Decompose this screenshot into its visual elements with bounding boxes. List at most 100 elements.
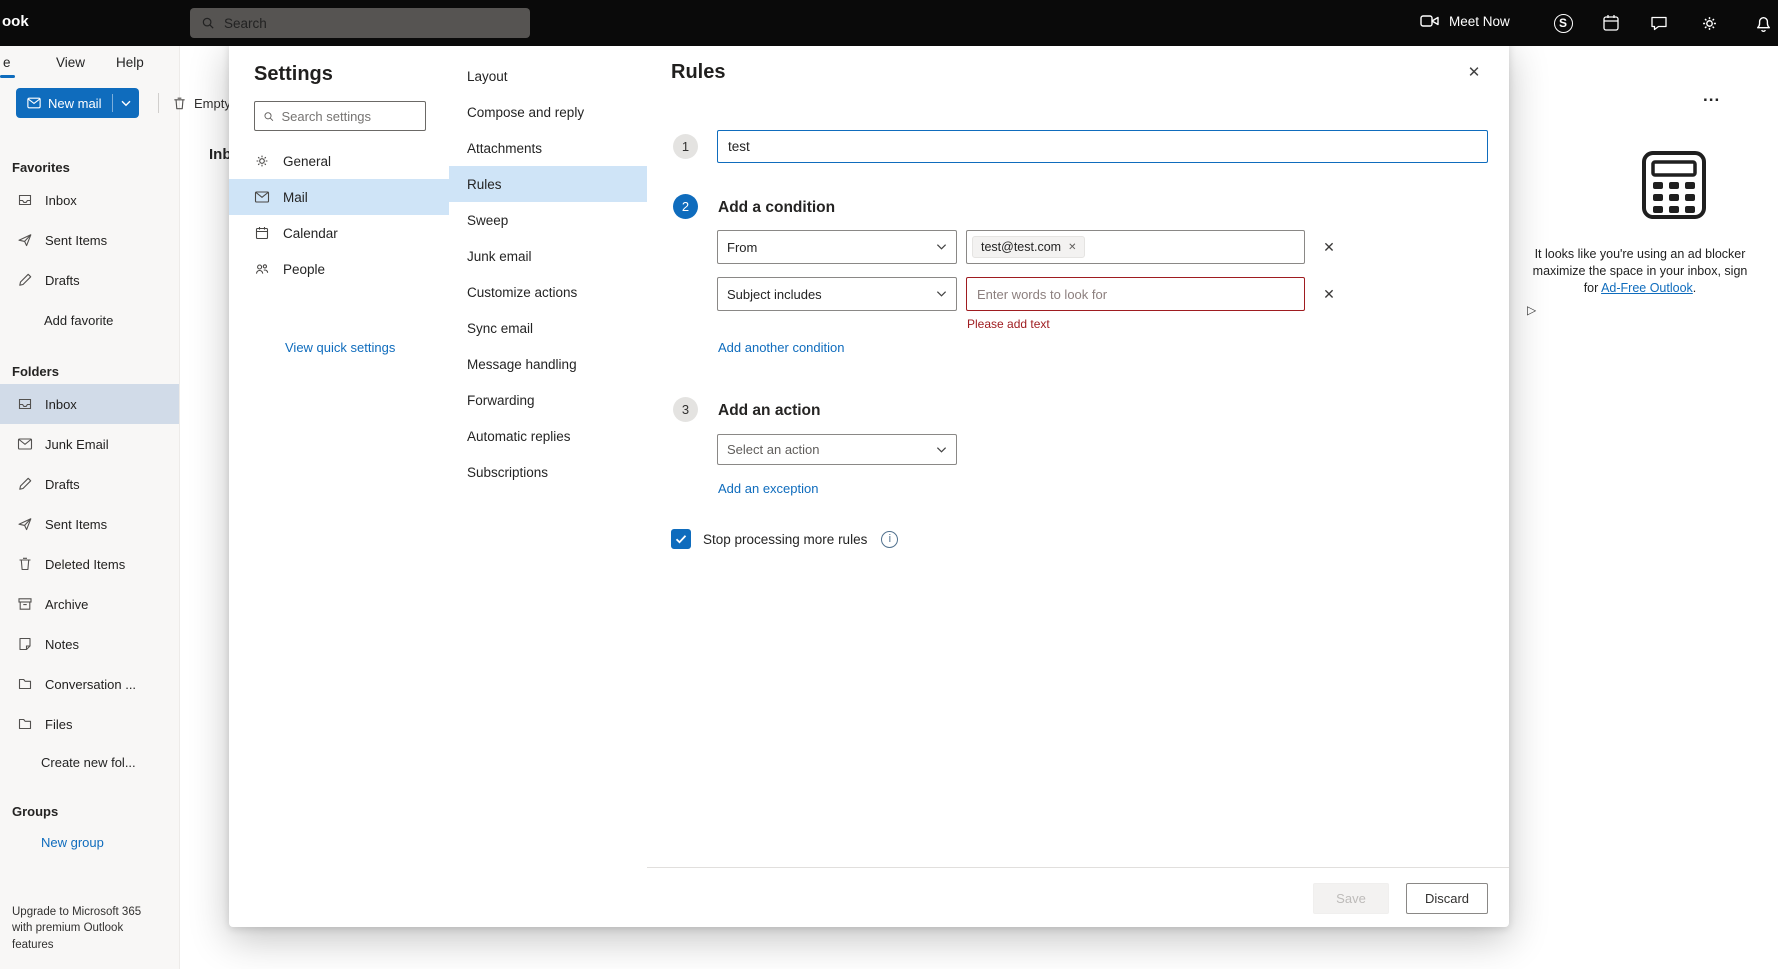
- folder-label: Archive: [45, 596, 89, 612]
- meet-now-button[interactable]: Meet Now: [1420, 13, 1510, 29]
- folder-label: Junk Email: [45, 436, 109, 452]
- ad-message-line2: maximize the space in your inbox, sign: [1532, 264, 1748, 278]
- new-mail-label: New mail: [48, 95, 102, 111]
- folders-heading[interactable]: Folders: [0, 358, 179, 384]
- close-icon[interactable]: ✕: [1461, 59, 1487, 85]
- folder-label: Notes: [45, 636, 79, 652]
- stop-processing-checkbox[interactable]: [671, 529, 691, 549]
- empty-folder-button[interactable]: Empty: [172, 88, 231, 118]
- settings-nav-label: General: [283, 153, 332, 169]
- settings-search-box[interactable]: [254, 101, 426, 131]
- note-icon: [19, 637, 31, 651]
- favorite-item-inbox[interactable]: Inbox: [0, 180, 179, 220]
- settings-nav-mail[interactable]: Mail: [229, 179, 449, 215]
- archive-icon: [18, 598, 32, 610]
- ad-free-outlook-link[interactable]: Ad-Free Outlook: [1601, 281, 1693, 295]
- feedback-button[interactable]: [1648, 12, 1670, 34]
- upgrade-promo-text[interactable]: Upgrade to Microsoft 365 with premium Ou…: [12, 904, 144, 953]
- mail-nav-customize[interactable]: Customize actions: [449, 274, 647, 310]
- condition-1-value-box[interactable]: test@test.com ✕: [966, 230, 1305, 264]
- favorites-heading[interactable]: Favorites: [0, 154, 179, 180]
- send-icon: [18, 518, 32, 531]
- add-another-condition-link[interactable]: Add another condition: [718, 340, 844, 355]
- my-day-button[interactable]: [1600, 12, 1622, 34]
- save-button[interactable]: Save: [1313, 883, 1389, 914]
- skype-button[interactable]: S: [1552, 12, 1574, 34]
- mail-nav-automatic-replies[interactable]: Automatic replies: [449, 418, 647, 454]
- remove-condition-2-button[interactable]: ✕: [1319, 284, 1339, 304]
- condition-2-selector-dropdown[interactable]: Subject includes: [717, 277, 957, 311]
- settings-nav-calendar[interactable]: Calendar: [229, 215, 449, 251]
- folder-item-conversation[interactable]: Conversation ...: [0, 664, 179, 704]
- favorite-item-sent[interactable]: Sent Items: [0, 220, 179, 260]
- mail-nav-rules[interactable]: Rules: [449, 166, 647, 202]
- chevron-down-icon: [121, 100, 131, 106]
- new-mail-split-button[interactable]: New mail: [16, 88, 140, 118]
- calendar-day-icon: [1603, 15, 1619, 31]
- new-group-button[interactable]: New group: [0, 824, 179, 860]
- mail-nav-sweep[interactable]: Sweep: [449, 202, 647, 238]
- folder-item-files[interactable]: Files: [0, 704, 179, 744]
- tab-view[interactable]: View: [56, 55, 85, 70]
- more-options-button[interactable]: ...: [1703, 86, 1720, 106]
- info-icon[interactable]: i: [881, 530, 899, 548]
- rule-name-input[interactable]: [717, 130, 1488, 163]
- settings-nav-column: Settings General Mail Calendar People: [229, 41, 449, 927]
- settings-nav-general[interactable]: General: [229, 143, 449, 179]
- add-favorite-button[interactable]: Add favorite: [0, 300, 179, 340]
- stop-processing-label: Stop processing more rules: [703, 531, 868, 547]
- remove-condition-1-button[interactable]: ✕: [1319, 237, 1339, 257]
- trash-icon: [19, 557, 31, 571]
- tab-home-partial[interactable]: e: [3, 55, 11, 70]
- mail-nav-subscriptions[interactable]: Subscriptions: [449, 454, 647, 490]
- mail-nav-attachments[interactable]: Attachments: [449, 130, 647, 166]
- mail-nav-sync[interactable]: Sync email: [449, 310, 647, 346]
- ad-line3-prefix: for: [1583, 281, 1602, 295]
- folder-item-archive[interactable]: Archive: [0, 584, 179, 624]
- settings-nav-label: Calendar: [283, 225, 338, 241]
- new-mail-dropdown-arrow[interactable]: [113, 88, 139, 118]
- folder-item-inbox[interactable]: Inbox: [0, 384, 179, 424]
- step-3-badge: 3: [673, 397, 698, 422]
- groups-heading[interactable]: Groups: [0, 798, 179, 824]
- condition-1-selector-dropdown[interactable]: From: [717, 230, 957, 264]
- notifications-button[interactable]: [1752, 12, 1774, 34]
- send-icon: [18, 234, 32, 247]
- settings-nav-people[interactable]: People: [229, 251, 449, 287]
- empty-label: Empty: [194, 95, 231, 111]
- condition-2-selector-value: Subject includes: [727, 286, 822, 302]
- folder-item-notes[interactable]: Notes: [0, 624, 179, 664]
- mail-nav-forwarding[interactable]: Forwarding: [449, 382, 647, 418]
- favorite-item-drafts[interactable]: Drafts: [0, 260, 179, 300]
- trash-icon: [174, 97, 185, 109]
- mail-nav-compose[interactable]: Compose and reply: [449, 94, 647, 130]
- ad-message-line3: for Ad-Free Outlook.: [1502, 280, 1778, 297]
- mail-icon: [27, 97, 41, 109]
- settings-nav-label: Mail: [283, 189, 308, 205]
- global-search-input[interactable]: Search: [190, 8, 530, 38]
- folder-item-junk[interactable]: Junk Email: [0, 424, 179, 464]
- mail-nav-message-handling[interactable]: Message handling: [449, 346, 647, 382]
- folder-item-deleted[interactable]: Deleted Items: [0, 544, 179, 584]
- chip-remove-icon[interactable]: ✕: [1068, 242, 1076, 253]
- view-quick-settings-link[interactable]: View quick settings: [285, 340, 395, 355]
- condition-2-value-input[interactable]: [972, 286, 1299, 302]
- settings-search-input[interactable]: [281, 108, 417, 124]
- chevron-down-icon: [936, 446, 947, 453]
- tab-help[interactable]: Help: [116, 55, 144, 70]
- mail-nav-junk[interactable]: Junk email: [449, 238, 647, 274]
- adchoices-icon[interactable]: ▷: [1527, 303, 1536, 317]
- folder-item-sent[interactable]: Sent Items: [0, 504, 179, 544]
- mail-nav-layout[interactable]: Layout: [449, 58, 647, 94]
- pencil-icon: [19, 273, 32, 286]
- dialog-footer: Save Discard: [647, 867, 1509, 927]
- select-action-dropdown[interactable]: Select an action: [717, 434, 957, 465]
- inbox-icon: [18, 194, 32, 206]
- discard-button[interactable]: Discard: [1406, 883, 1488, 914]
- folder-item-drafts[interactable]: Drafts: [0, 464, 179, 504]
- add-exception-link[interactable]: Add an exception: [718, 481, 818, 496]
- gear-icon: [1702, 16, 1716, 30]
- create-new-folder-button[interactable]: Create new fol...: [0, 744, 179, 780]
- top-app-bar: ook Search Meet Now S: [0, 0, 1778, 46]
- settings-button[interactable]: [1698, 12, 1720, 34]
